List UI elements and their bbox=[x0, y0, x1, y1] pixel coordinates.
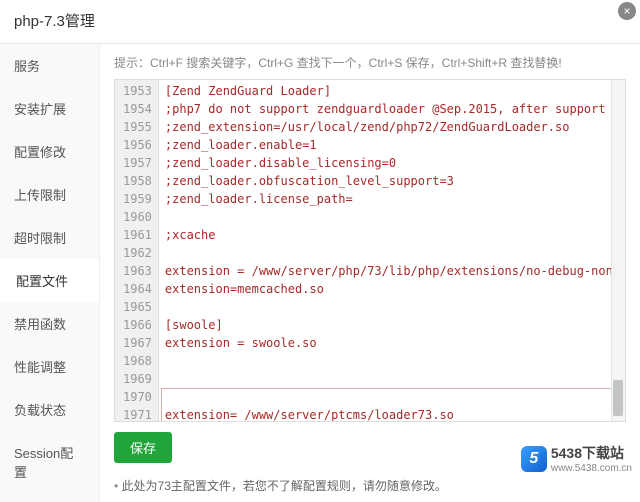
sidebar-item-9[interactable]: Session配置 bbox=[0, 431, 99, 493]
main-panel: 提示：Ctrl+F 搜索关键字，Ctrl+G 查找下一个，Ctrl+S 保存，C… bbox=[100, 44, 640, 502]
scrollbar-thumb[interactable] bbox=[613, 380, 623, 416]
sidebar-item-6[interactable]: 禁用函数 bbox=[0, 302, 99, 345]
close-icon[interactable]: × bbox=[618, 2, 636, 20]
save-button[interactable]: 保存 bbox=[114, 432, 172, 463]
config-note: 此处为73主配置文件，若您不了解配置规则，请勿随意修改。 bbox=[114, 473, 626, 502]
editor-scrollbar[interactable] bbox=[611, 80, 625, 421]
sidebar-item-7[interactable]: 性能调整 bbox=[0, 345, 99, 388]
sidebar-item-5[interactable]: 配置文件 bbox=[0, 259, 99, 302]
hint-text: 提示：Ctrl+F 搜索关键字，Ctrl+G 查找下一个，Ctrl+S 保存，C… bbox=[114, 54, 626, 71]
sidebar-item-1[interactable]: 安装扩展 bbox=[0, 87, 99, 130]
page-title: php-7.3管理 bbox=[0, 0, 640, 44]
sidebar-item-10[interactable]: 日志 bbox=[0, 493, 99, 502]
editor-container: 1953195419551956195719581959196019611962… bbox=[114, 79, 626, 422]
sidebar-item-4[interactable]: 超时限制 bbox=[0, 216, 99, 259]
sidebar-item-2[interactable]: 配置修改 bbox=[0, 130, 99, 173]
sidebar-item-0[interactable]: 服务 bbox=[0, 44, 99, 87]
code-area[interactable]: [Zend ZendGuard Loader];php7 do not supp… bbox=[159, 80, 625, 421]
sidebar-item-8[interactable]: 负载状态 bbox=[0, 388, 99, 431]
sidebar: 服务安装扩展配置修改上传限制超时限制配置文件禁用函数性能调整负载状态Sessio… bbox=[0, 44, 100, 502]
line-gutter: 1953195419551956195719581959196019611962… bbox=[115, 80, 159, 421]
sidebar-item-3[interactable]: 上传限制 bbox=[0, 173, 99, 216]
code-editor[interactable]: 1953195419551956195719581959196019611962… bbox=[115, 80, 625, 421]
